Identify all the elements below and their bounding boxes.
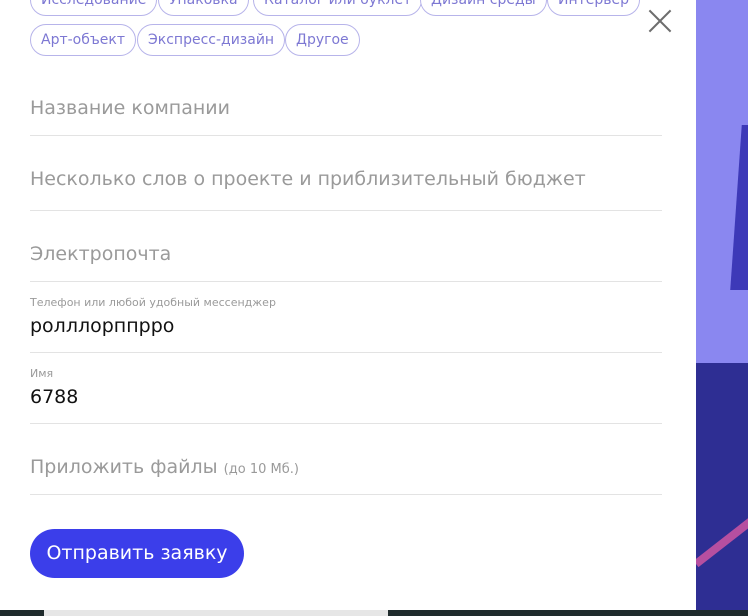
tag-research[interactable]: Исследование [30,0,158,16]
attach-files-text: Приложить файлы [30,456,218,478]
request-form-modal: Исследование Упаковка Каталог или буклет… [0,0,696,610]
background-area [696,0,748,616]
tag-packaging[interactable]: Упаковка [158,0,249,16]
company-field[interactable]: Название компании [30,72,662,136]
submit-button[interactable]: Отправить заявку [30,529,244,578]
project-placeholder: Несколько слов о проекте и приблизительн… [30,168,586,190]
tag-express-design[interactable]: Экспресс-дизайн [137,24,286,56]
tag-other[interactable]: Другое [285,24,360,56]
email-placeholder: Электропочта [30,243,172,265]
background-bottom [696,363,748,616]
name-value: 6788 [30,386,79,408]
tag-environment-design[interactable]: Дизайн среды [420,0,547,16]
project-field[interactable]: Несколько слов о проекте и приблизительн… [30,136,662,211]
bottom-bar [0,610,748,616]
close-icon[interactable] [646,7,674,35]
name-field[interactable]: Имя 6788 [30,353,662,424]
tag-catalog[interactable]: Каталог или буклет [253,0,423,16]
name-label: Имя [30,367,54,380]
attach-files-size-note: (до 10 Мб.) [223,462,299,477]
phone-field[interactable]: Телефон или любой удобный мессенджер рол… [30,282,662,353]
phone-value: ролллорппрро [30,315,175,337]
phone-label: Телефон или любой удобный мессенджер [30,296,276,309]
attach-files-label: Приложить файлы (до 10 Мб.) [30,456,299,478]
tag-interior[interactable]: Интерьер [547,0,641,16]
email-field[interactable]: Электропочта [30,211,662,282]
attach-files-field[interactable]: Приложить файлы (до 10 Мб.) [30,424,662,495]
tag-art-object[interactable]: Арт-объект [30,24,136,56]
company-placeholder: Название компании [30,97,230,119]
bottom-bar-segment [44,610,388,616]
